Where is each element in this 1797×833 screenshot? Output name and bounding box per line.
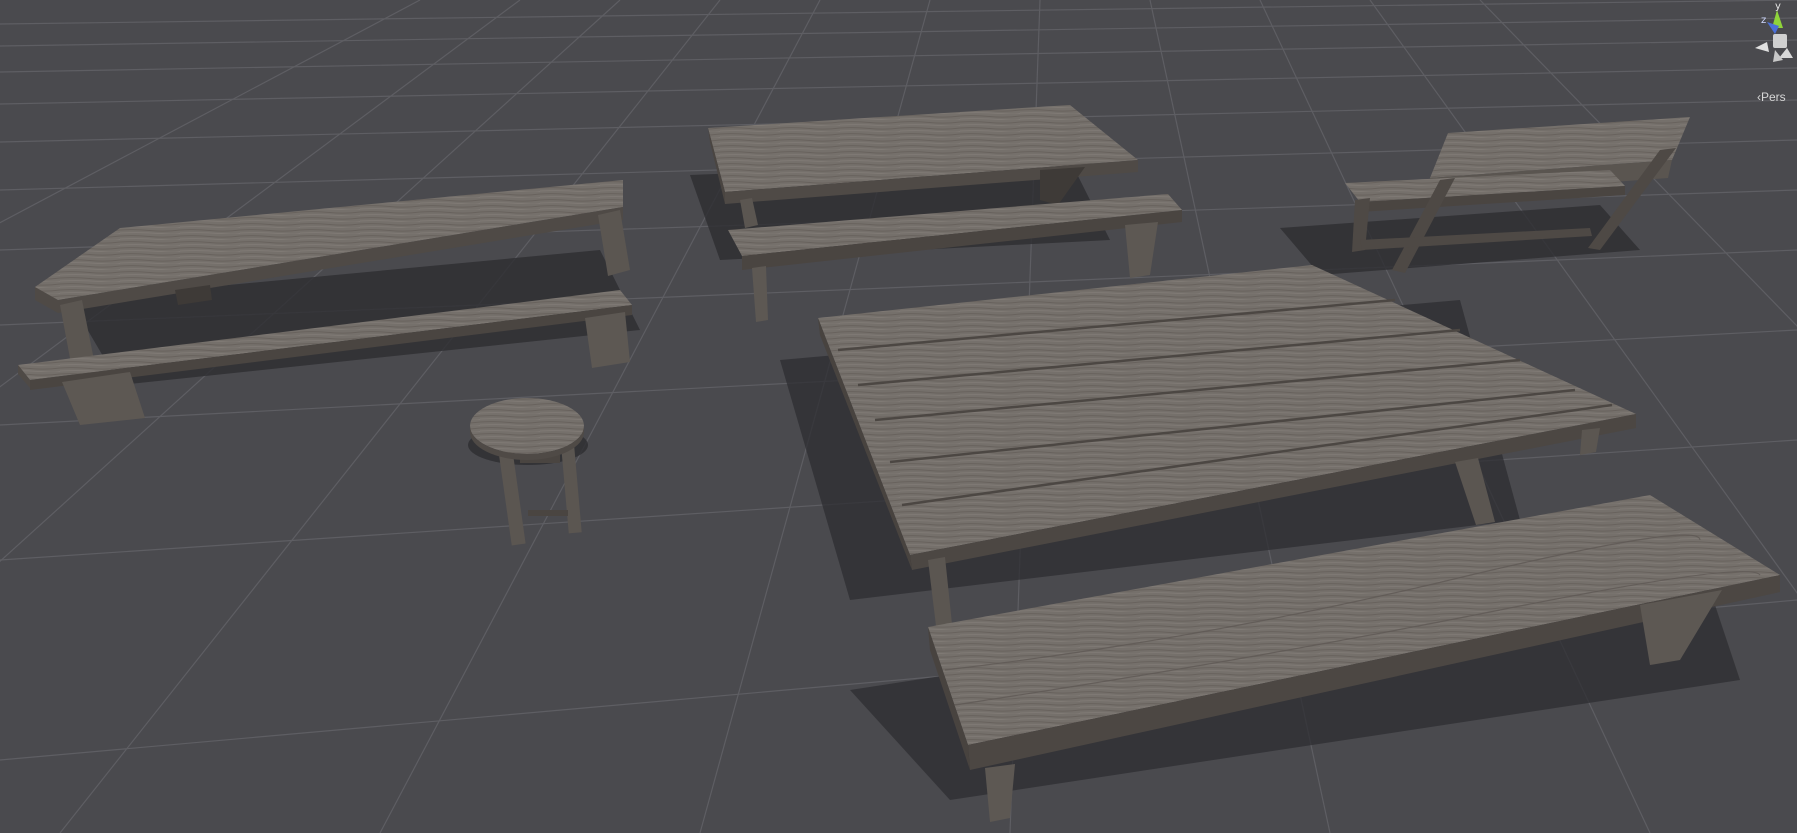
orientation-gizmo[interactable]: y z ‹Pers bbox=[1717, 0, 1797, 110]
scene-viewport[interactable]: y z ‹Pers bbox=[0, 0, 1797, 833]
round-stool[interactable] bbox=[468, 398, 588, 546]
gizmo-z-label: z bbox=[1761, 15, 1767, 26]
gizmo-x-cone bbox=[1755, 42, 1769, 52]
projection-mode-label[interactable]: ‹Pers bbox=[1757, 90, 1786, 104]
gizmo-x-neg-cone bbox=[1779, 48, 1793, 58]
gizmo-center-cube bbox=[1773, 34, 1787, 48]
park-bench-right[interactable] bbox=[1280, 117, 1690, 275]
scene-canvas[interactable] bbox=[0, 0, 1797, 833]
gizmo-y-label: y bbox=[1775, 1, 1781, 12]
